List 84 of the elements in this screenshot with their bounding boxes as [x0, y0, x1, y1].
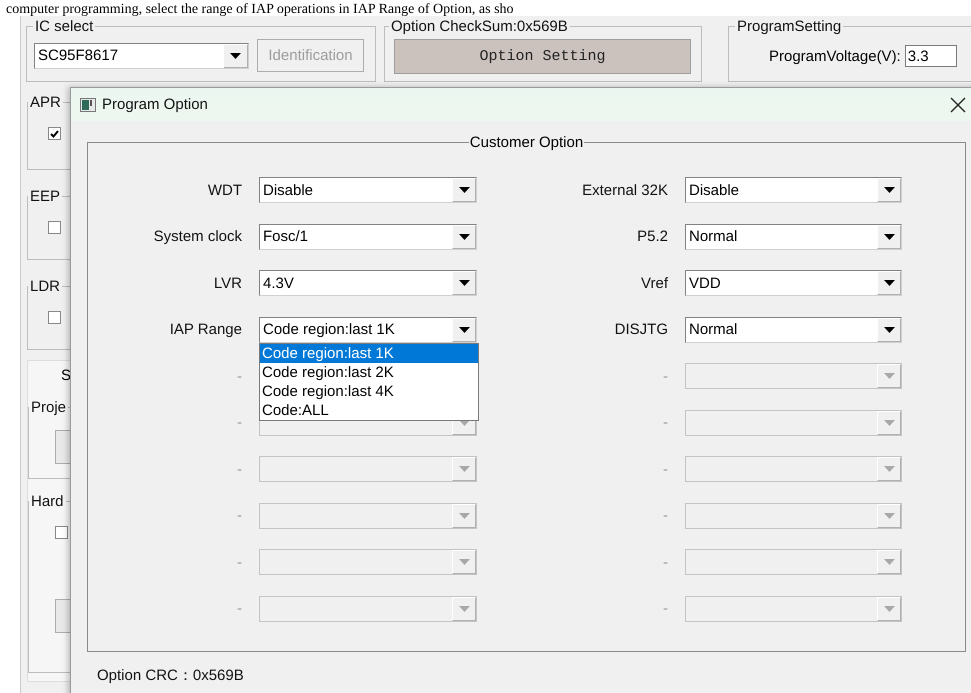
option-label: System clock [152, 228, 242, 245]
voltage-label: ProgramVoltage(V): [769, 48, 901, 64]
dropdown-option[interactable]: Code region:last 4K [260, 382, 478, 400]
dropdown-field[interactable] [259, 502, 477, 528]
group-title: ProgramSetting [736, 18, 842, 35]
option-label: - [662, 460, 668, 478]
checkbox[interactable] [48, 221, 61, 234]
dropdown-field[interactable]: VDD [685, 270, 902, 296]
dropdown-field[interactable]: Disable [685, 177, 902, 203]
dropdown-field[interactable] [685, 410, 902, 436]
dropdown-arrow-icon [884, 373, 894, 379]
option-label: - [662, 368, 668, 384]
group-title: APR [29, 94, 62, 111]
dropdown-option[interactable]: Code:ALL [260, 400, 478, 420]
group-title: Customer Option [468, 134, 584, 151]
dropdown-arrow-icon [458, 606, 470, 612]
dropdown-arrow-icon [884, 187, 894, 193]
caption-text: computer programming, select the range of IAP operations in IAP Range of Option, as sho [5, 2, 514, 16]
dropdown-arrow-icon [230, 52, 241, 58]
dropdown-field[interactable]: Fosc/1 [259, 224, 477, 250]
dropdown-field[interactable] [685, 549, 902, 575]
group-title: Proje [30, 399, 68, 416]
group-title: Option CheckSum:0x569B [390, 18, 569, 35]
option-label: - [662, 507, 668, 524]
checkbox[interactable] [55, 526, 68, 539]
dropdown-arrow-icon [884, 559, 894, 565]
option-label: LVR [212, 274, 242, 292]
group-title: LDR [29, 278, 62, 295]
dropdown-field[interactable] [685, 502, 902, 528]
group-title: Hard [30, 493, 65, 510]
option-setting-button[interactable]: Option Setting [394, 39, 691, 74]
option-label: DISJTG [614, 321, 668, 338]
dropdown-arrow-icon [884, 326, 894, 332]
window-title: Program Option [102, 96, 208, 113]
dropdown-field[interactable] [259, 596, 477, 622]
dropdown-field[interactable] [259, 456, 477, 482]
dropdown-field[interactable] [685, 456, 902, 482]
dropdown-arrow-icon [458, 234, 470, 240]
tab-label[interactable]: S [61, 367, 72, 387]
dropdown-arrow-icon [884, 420, 894, 426]
option-label: - [236, 554, 242, 570]
close-icon[interactable] [950, 96, 966, 112]
dropdown-arrow-icon [884, 466, 894, 472]
dropdown-field[interactable]: 4.3V [259, 270, 477, 296]
app-icon [80, 98, 96, 112]
option-label: - [236, 368, 242, 384]
dropdown-field[interactable] [685, 596, 902, 622]
chip-select-field[interactable]: SC95F8617 [34, 42, 249, 68]
dropdown-arrow-icon [884, 606, 894, 612]
dropdown-field[interactable]: Normal [685, 224, 902, 250]
checkbox[interactable] [48, 311, 61, 324]
group-title: EEP [29, 188, 62, 205]
dropdown-arrow-icon [884, 512, 894, 518]
option-label: WDT [206, 182, 242, 198]
option-label: - [236, 460, 242, 478]
dropdown-field[interactable]: Normal [685, 316, 902, 342]
dropdown-option[interactable]: Code region:last 2K [260, 362, 478, 382]
dropdown-arrow-icon [884, 280, 894, 286]
dropdown-field[interactable]: Disable [259, 177, 477, 203]
option-label: - [236, 600, 242, 617]
dropdown-arrow-icon [884, 234, 894, 240]
option-label: - [236, 507, 242, 524]
option-label: External 32K [581, 182, 668, 198]
checkbox[interactable] [48, 127, 61, 140]
dropdown-option[interactable]: Code region:last 1K [260, 344, 478, 362]
dropdown-field[interactable] [685, 363, 902, 389]
group-title: IC select [34, 18, 94, 35]
option-label: - [236, 414, 242, 431]
option-label: IAP Range [168, 321, 242, 338]
voltage-input[interactable]: 3.3 [904, 45, 957, 67]
option-label: - [662, 600, 668, 617]
option-label: P5.2 [636, 228, 668, 245]
option-crc-text: Option CRC：0x569B [97, 666, 245, 685]
option-label: Vref [640, 274, 668, 292]
dropdown-arrow-icon [458, 280, 470, 286]
dropdown-arrow-icon [458, 559, 470, 565]
option-label: - [662, 554, 668, 570]
dropdown-arrow-icon [458, 466, 470, 472]
dropdown-arrow-icon [458, 326, 470, 332]
dropdown-arrow-icon [458, 187, 470, 193]
dropdown-arrow-icon [458, 512, 470, 518]
dropdown-field[interactable] [259, 549, 477, 575]
option-label: - [662, 414, 668, 431]
dropdown-arrow-icon [458, 420, 470, 426]
